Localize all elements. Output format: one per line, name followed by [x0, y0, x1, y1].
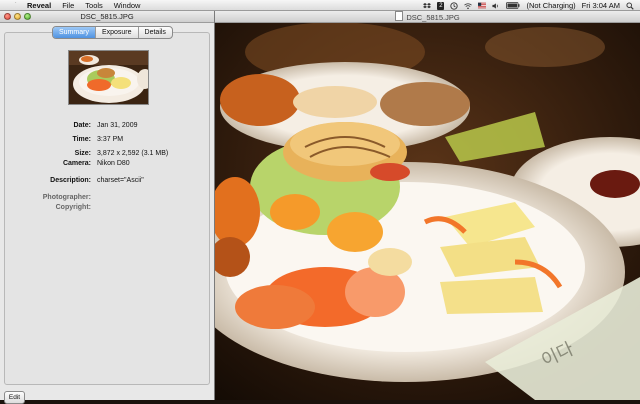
inspector-title: DSC_5815.JPG [80, 12, 134, 21]
document-icon [395, 11, 404, 21]
info-value-camera: Nikon D80 [97, 160, 130, 167]
zoom-button[interactable] [24, 13, 31, 20]
info-value-description[interactable]: charset="Ascii" [97, 177, 144, 184]
info-row-description: Description: charset="Ascii" [4, 177, 144, 184]
photo-thumbnail [68, 50, 149, 105]
info-label: Copyright: [55, 204, 91, 211]
info-value-size: 3,872 x 2,592 (3.1 MB) [97, 150, 169, 157]
spotlight-icon[interactable] [626, 1, 634, 10]
apple-icon[interactable] [11, 1, 19, 9]
inspector-titlebar: DSC_5815.JPG [0, 11, 214, 23]
info-label: Time: [72, 136, 91, 143]
info-label: Photographer: [42, 194, 91, 201]
info-row-date: Date: Jan 31, 2009 [4, 122, 137, 129]
info-row-photographer: Photographer: [4, 194, 97, 201]
volume-icon[interactable] [492, 2, 500, 10]
menu-app-name[interactable]: Reveal [27, 1, 51, 10]
badge-icon[interactable]: 2 [437, 1, 445, 10]
main-photo[interactable]: 이다 [215, 22, 640, 400]
tab-summary[interactable]: Summary [53, 27, 95, 38]
tab-exposure[interactable]: Exposure [94, 27, 138, 38]
info-value-time: 3:37 PM [97, 136, 124, 143]
flag-icon[interactable] [478, 2, 487, 10]
menu-file[interactable]: File [62, 1, 74, 10]
clock[interactable]: Fri 3:04 AM [582, 1, 620, 10]
inspector-panel: DSC_5815.JPG Summary Exposure Details Da… [0, 11, 215, 404]
info-label: Description: [50, 177, 91, 184]
info-label: Date: [73, 122, 91, 129]
image-window: DSC_5815.JPG 이다 [215, 11, 640, 400]
menu-bar: Reveal File Tools Window 2 (Not Charging… [0, 0, 640, 11]
info-row-camera: Camera: Nikon D80 [4, 160, 130, 167]
close-button[interactable] [4, 13, 11, 20]
minimize-button[interactable] [14, 13, 21, 20]
edit-button[interactable]: Edit [4, 391, 25, 404]
info-row-copyright: Copyright: [4, 204, 97, 211]
info-value-date: Jan 31, 2009 [97, 122, 138, 129]
dropbox-icon[interactable] [423, 2, 432, 10]
inspector-tabs: Summary Exposure Details [52, 26, 173, 39]
info-label: Camera: [62, 160, 91, 167]
status-area: 2 (Not Charging) Fri 3:04 AM [423, 0, 634, 11]
menu-tools[interactable]: Tools [85, 1, 103, 10]
info-label: Size: [74, 150, 91, 157]
tab-details[interactable]: Details [137, 27, 172, 38]
menu-window[interactable]: Window [114, 1, 141, 10]
info-row-time: Time: 3:37 PM [4, 136, 123, 143]
info-row-size: Size: 3,872 x 2,592 (3.1 MB) [4, 150, 169, 157]
image-window-title: DSC_5815.JPG [406, 13, 460, 22]
wifi-icon[interactable] [464, 2, 473, 10]
window-controls [4, 13, 31, 20]
battery-icon[interactable] [506, 2, 520, 10]
image-window-titlebar: DSC_5815.JPG [215, 11, 640, 23]
time-machine-icon[interactable] [450, 1, 459, 10]
battery-status[interactable]: (Not Charging) [526, 1, 575, 10]
